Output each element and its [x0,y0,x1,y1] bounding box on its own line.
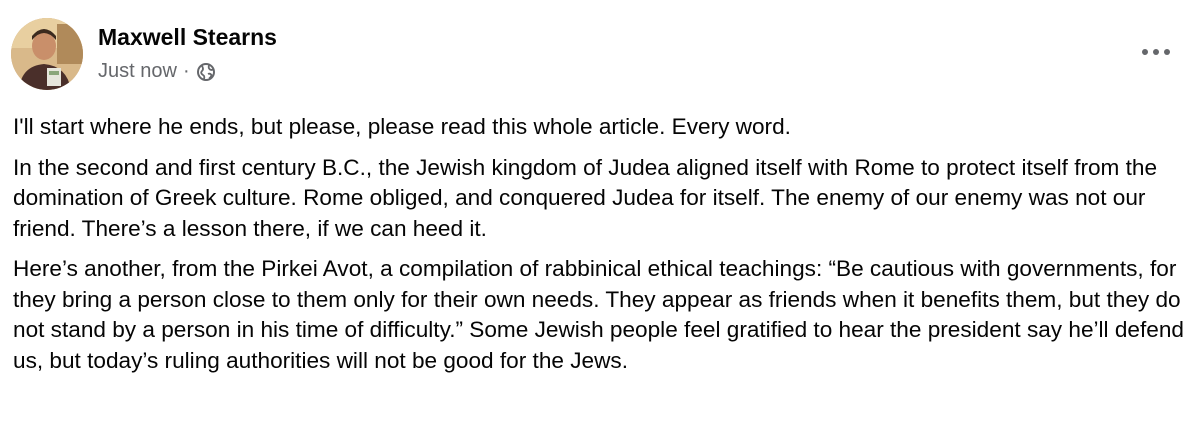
post-paragraph-3: Here’s another, from the Pirkei Avot, a … [13,256,1184,373]
avatar-photo [11,18,83,90]
timestamp[interactable]: Just now [98,60,177,83]
post-paragraph-1: I'll start where he ends, but please, pl… [13,114,791,139]
post-paragraph-2: In the second and first century B.C., th… [13,154,1158,241]
more-options-button[interactable] [1136,38,1176,66]
facebook-post: Maxwell Stearns Just now · I'll start wh… [0,0,1200,447]
post-body: I'll start where he ends, but please, pl… [13,112,1188,386]
more-options-icon [1142,49,1170,55]
globe-icon[interactable] [196,62,216,82]
avatar[interactable] [11,18,83,90]
author-name[interactable]: Maxwell Stearns [98,24,277,51]
post-meta: Just now · [98,60,216,83]
meta-separator: · [182,60,190,82]
